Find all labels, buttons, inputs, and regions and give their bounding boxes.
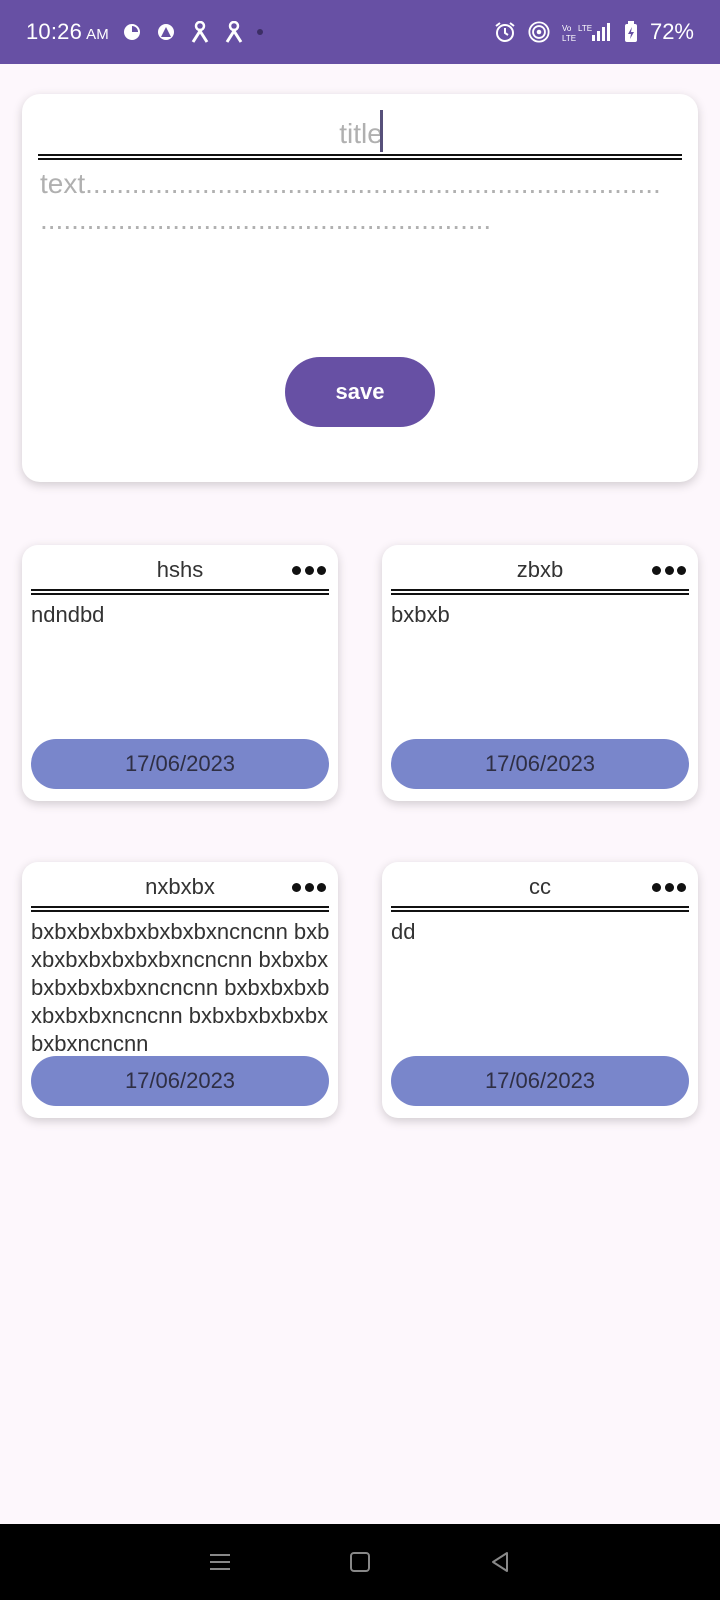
save-button[interactable]: save [285, 357, 435, 427]
note-divider [31, 589, 329, 595]
clock: 10:26 AM [26, 19, 109, 45]
note-body: bxbxbxbxbxbxbxbxncncnn bxbxbxbxbxbxbxbxn… [31, 919, 330, 1056]
note-card[interactable]: nxbxbx bxbxbxbxbxbxbxbxncncnn bxbxbxbxbx… [22, 862, 338, 1118]
note-divider [391, 589, 689, 595]
note-body: bxbxb [391, 602, 450, 627]
status-left: 10:26 AM [26, 19, 263, 45]
note-divider [31, 906, 329, 912]
note-title: hshs [156, 557, 204, 582]
note-card[interactable]: cc dd 17/06/2023 [382, 862, 698, 1118]
status-bar: 10:26 AM Vo LTE LTE 72% [0, 0, 720, 64]
clock-time: 10:26 [26, 19, 83, 44]
note-card[interactable]: hshs ndndbd 17/06/2023 [22, 545, 338, 801]
home-square-icon [350, 1552, 370, 1572]
app-icon-1 [121, 21, 143, 43]
note-date: 17/06/2023 [391, 739, 689, 789]
svg-text:Vo: Vo [562, 24, 572, 33]
navigation-bar [0, 1524, 720, 1600]
text-input[interactable]: text....................................… [40, 166, 680, 256]
menu-icon [210, 1554, 230, 1570]
note-title: zbxb [516, 557, 564, 582]
note-body: dd [391, 919, 416, 944]
title-input[interactable] [40, 112, 682, 156]
back-button[interactable] [480, 1542, 520, 1582]
text-cursor [380, 110, 383, 152]
home-button[interactable] [340, 1542, 380, 1582]
app-icon-3 [189, 21, 211, 43]
note-date: 17/06/2023 [31, 1056, 329, 1106]
hotspot-icon [528, 21, 550, 43]
note-card[interactable]: zbxb bxbxb 17/06/2023 [382, 545, 698, 801]
new-note-card: text....................................… [22, 94, 698, 482]
svg-text:LTE: LTE [562, 34, 576, 43]
status-right: Vo LTE LTE 72% [494, 19, 694, 45]
title-divider [38, 154, 682, 160]
more-options-icon[interactable] [652, 880, 686, 894]
back-triangle-icon [492, 1552, 508, 1572]
notification-dot-icon [256, 29, 263, 35]
signal-icon: Vo LTE LTE [562, 21, 612, 43]
note-date: 17/06/2023 [31, 739, 329, 789]
app-icon-2 [155, 21, 177, 43]
note-title: nxbxbx [145, 874, 215, 899]
recents-button[interactable] [200, 1542, 240, 1582]
note-date: 17/06/2023 [391, 1056, 689, 1106]
more-options-icon[interactable] [292, 563, 326, 577]
app-icon-4 [223, 21, 245, 43]
clock-ampm: AM [86, 26, 109, 43]
alarm-icon [494, 21, 516, 43]
svg-text:LTE: LTE [578, 24, 592, 33]
note-title: cc [529, 874, 551, 899]
more-options-icon[interactable] [292, 880, 326, 894]
battery-percent: 72% [649, 19, 694, 44]
note-body: ndndbd [31, 602, 105, 627]
more-options-icon[interactable] [652, 563, 686, 577]
battery-icon [624, 21, 638, 43]
note-divider [391, 906, 689, 912]
